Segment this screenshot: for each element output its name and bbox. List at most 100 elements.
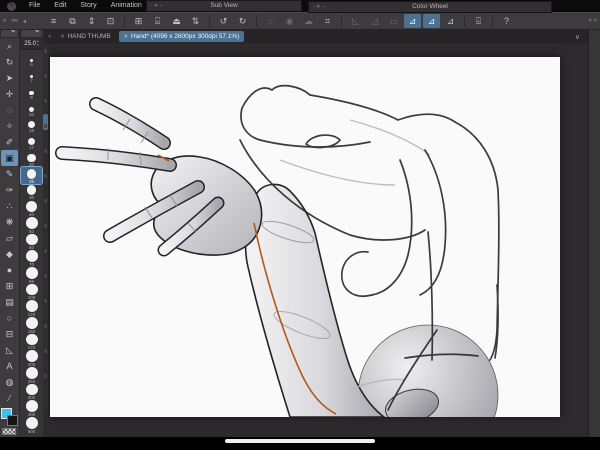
brush-size-preset-100[interactable]: 100	[21, 283, 42, 300]
airbrush-tool[interactable]: ∴	[1, 198, 18, 214]
dock-collapse-controls[interactable]: « »« ◂	[0, 18, 44, 25]
brush-size-preset-6[interactable]: 6	[21, 50, 42, 67]
gradient-tool[interactable]: ▤	[1, 294, 18, 310]
brush-size-dot	[26, 185, 37, 196]
right-dock-collapse-icon[interactable]: « «	[589, 18, 597, 24]
text-tool[interactable]: A	[1, 358, 18, 374]
brush-size-dot	[25, 266, 38, 279]
home-indicator[interactable]	[225, 439, 375, 443]
window-arrange-button[interactable]: ⧉	[64, 14, 81, 28]
tab-label: Hand* (4096 x 2600px 300dpi 57.1%)	[130, 33, 240, 40]
brush-size-preset-10[interactable]: 10	[21, 100, 42, 117]
panel-buttons[interactable]: ▫ ✕ ‒	[151, 0, 163, 12]
redo-button[interactable]: ↻	[234, 14, 251, 28]
menu-item-story[interactable]: Story	[73, 0, 103, 12]
collapse-split-icon[interactable]: »«	[11, 18, 18, 25]
crop-button[interactable]: ⌗	[319, 14, 336, 28]
pencil-tool[interactable]: ✎	[1, 166, 18, 182]
tab-close-icon[interactable]: ✕	[60, 34, 64, 40]
brush-size-dot	[25, 367, 38, 379]
undo-button[interactable]: ↺	[215, 14, 232, 28]
brush-size-preset-17[interactable]: 17	[21, 133, 42, 150]
brush-size-preset-15[interactable]: 15	[21, 117, 42, 133]
canvas-tab-bar: « ✕ HAND THUMB ✕ Hand* (4096 x 2600px 300dp…	[44, 30, 588, 43]
brush-size-stepper[interactable]: ▴ ▾	[37, 39, 39, 47]
tab-overflow-chevron-icon[interactable]: ∨	[575, 33, 580, 41]
brush-size-value-box[interactable]: 25.0 ▴ ▾	[20, 38, 43, 50]
zoom-tool[interactable]: ⌕	[1, 38, 18, 54]
brush-size-preset-25[interactable]: 25	[20, 165, 43, 185]
ruler-tool[interactable]: ◺	[1, 342, 18, 358]
brush-size-preset-250[interactable]: 250	[21, 367, 42, 384]
blend-tool[interactable]: ◆	[1, 246, 18, 262]
brush-size-preset-40[interactable]: 40	[21, 200, 42, 217]
brush-size-preset-8[interactable]: 8	[21, 83, 42, 100]
screen-mode-button[interactable]: ⊡	[102, 14, 119, 28]
brush-size-dot	[25, 333, 38, 346]
move-tool[interactable]: ✛	[1, 86, 18, 102]
brush-tool[interactable]: ✑	[1, 182, 18, 198]
line-tool[interactable]: ∕	[1, 390, 18, 406]
figure-tool[interactable]: ○	[1, 310, 18, 326]
snap-to-grid-button[interactable]: ⊿	[442, 14, 459, 28]
menu-item-animation[interactable]: Animation	[104, 0, 149, 12]
balloon-tool[interactable]: ◍	[1, 374, 18, 390]
eraser-tool[interactable]: ▱	[1, 230, 18, 246]
brush-size-value: 25.0	[24, 40, 36, 47]
brush-size-preset-50[interactable]: 50	[21, 216, 42, 234]
brush-size-preset-150[interactable]: 150	[21, 317, 42, 334]
canvas-tab-0[interactable]: ✕ HAND THUMB	[55, 31, 115, 42]
collapse-arrow-icon[interactable]: ◂	[23, 18, 26, 25]
fill-tool[interactable]: ●	[1, 262, 18, 278]
rotate-tool[interactable]: ↻	[1, 54, 18, 70]
new-file-button[interactable]: ⊞	[130, 14, 147, 28]
brush-size-preset-30[interactable]: 30	[21, 184, 42, 200]
panel-buttons[interactable]: ▫ ✕ ‒	[313, 1, 325, 13]
toolbar-separator	[256, 15, 257, 27]
snap-to-ruler-button[interactable]: ⊿	[404, 14, 421, 28]
brush-size-preset-120[interactable]: 120	[21, 300, 42, 317]
canvas-viewport[interactable]	[48, 43, 588, 437]
canvas-tab-1[interactable]: ✕ Hand* (4096 x 2600px 300dpi 57.1%)	[118, 31, 245, 42]
brush-size-preset-170[interactable]: 170	[21, 333, 42, 350]
navigate-button[interactable]: ⇅	[187, 14, 204, 28]
tone-tool[interactable]: ⊞	[1, 278, 18, 294]
brush-size-preset-200[interactable]: 200	[21, 350, 42, 367]
tab-close-icon[interactable]: ✕	[124, 34, 128, 40]
canvas-page[interactable]	[50, 57, 560, 417]
menu-item-file[interactable]: File	[22, 0, 47, 12]
brush-size-preset-85[interactable]: 85	[21, 266, 42, 284]
brush-size-preset-500[interactable]: 500	[21, 417, 42, 434]
table-tool[interactable]: ⊟	[1, 326, 18, 342]
decoration-tool[interactable]: ❋	[1, 214, 18, 230]
fit-view-button[interactable]: ⇕	[83, 14, 100, 28]
eyedropper-tool[interactable]: ✐	[1, 134, 18, 150]
collapse-left-icon[interactable]: «	[3, 18, 6, 25]
menu-item-edit[interactable]: Edit	[47, 0, 73, 12]
brush-size-preset-300[interactable]: 300	[21, 383, 42, 400]
brush-size-preset-20[interactable]: 20	[21, 150, 42, 167]
background-color-swatch[interactable]	[7, 415, 18, 426]
operation-tool[interactable]: ➤	[1, 70, 18, 86]
main-menu-button[interactable]: ≡	[45, 14, 62, 28]
subview-panel-titlebar[interactable]: ▫ ✕ ‒ Sub View	[146, 0, 302, 12]
clear-selection-button: ☁	[304, 16, 313, 26]
brush-size-palette: 25.0 ▴ ▾ 6 7 8 10 15 17 20 25 30 40 50 60 70 85 100 120 1…	[20, 38, 43, 437]
brush-size-preset-70[interactable]: 70	[21, 250, 42, 267]
auto-select-tool[interactable]: ✧	[1, 118, 18, 134]
colorwheel-panel-titlebar[interactable]: ▫ ✕ ‒ Color Wheel	[308, 1, 552, 13]
right-dock-rail[interactable]: « «	[588, 12, 600, 437]
brush-size-preset-7[interactable]: 7	[21, 67, 42, 83]
export-file-button[interactable]: ⏏	[168, 14, 185, 28]
brush-size-preset-60[interactable]: 60	[21, 233, 42, 250]
brush-size-preset-400[interactable]: 400	[21, 400, 42, 417]
transparent-color-swatch[interactable]	[2, 428, 16, 435]
lasso-tool[interactable]: ◌	[1, 102, 18, 118]
object-3d-tool[interactable]: ▣	[1, 150, 18, 166]
selection-rect-button: ▭	[389, 16, 398, 26]
help-button[interactable]: ?	[498, 14, 515, 28]
open-file-button[interactable]: ⌺	[149, 14, 166, 28]
brush-size-number: 85	[28, 278, 34, 284]
snap-to-special-ruler-button[interactable]: ⊿	[423, 14, 440, 28]
material-button[interactable]: ⌹	[470, 14, 487, 28]
